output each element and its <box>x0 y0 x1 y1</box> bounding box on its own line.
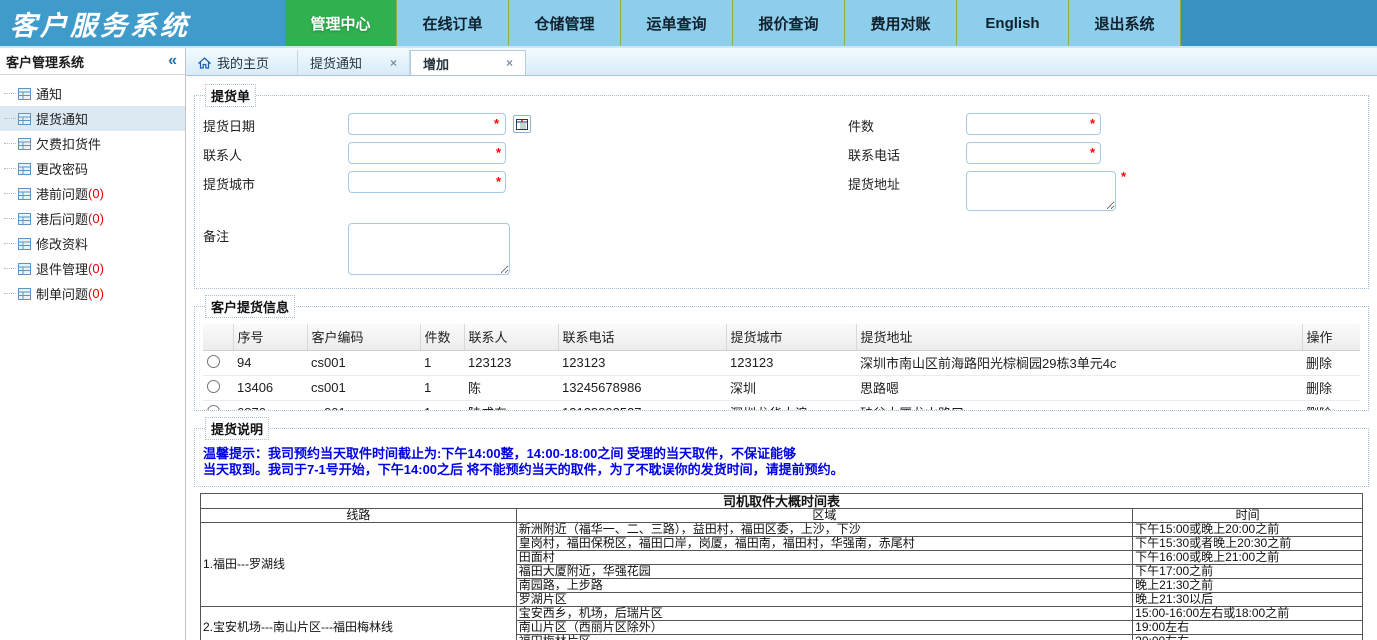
tab-add[interactable]: 增加 × <box>410 50 526 75</box>
sidebar-item-edit-profile[interactable]: 修改资料 <box>0 231 185 256</box>
customer-pickup-info-section: 客户提货信息 序号 客户编码 件数 联系人 联系电话 提货城市 <box>194 295 1369 411</box>
delete-link[interactable]: 删除 <box>1306 356 1332 371</box>
qty-input[interactable] <box>966 113 1101 135</box>
city-input[interactable] <box>348 171 506 193</box>
main-area: 我的主页 提货通知 × 增加 × 提货单 提货日期 * <box>186 48 1377 640</box>
top-header: 客户服务系统 管理中心 在线订单 仓储管理 运单查询 报价查询 费用对账 Eng… <box>0 0 1377 46</box>
sidebar-item-post-port-issues[interactable]: 港后问题(0) <box>0 206 185 231</box>
city-label: 提货城市 <box>203 171 348 193</box>
sidebar-title: 客户管理系统 <box>6 52 84 71</box>
grid-icon <box>18 288 31 300</box>
grid-icon <box>18 213 31 225</box>
nav-item-admin-center[interactable]: 管理中心 <box>285 0 397 46</box>
grid-icon <box>18 138 31 150</box>
delete-link[interactable]: 删除 <box>1306 381 1332 396</box>
delete-link[interactable]: 删除 <box>1306 406 1332 410</box>
remark-textarea[interactable] <box>348 223 510 275</box>
row-radio[interactable] <box>207 380 220 393</box>
route-cell: 1.福田---罗湖线 <box>201 523 517 607</box>
calendar-icon[interactable] <box>513 115 531 133</box>
sidebar-item-change-password[interactable]: 更改密码 <box>0 156 185 181</box>
notice-text-line: 当天取到。我司于7-1号开始，下午14:00之后 将不能预约当天的取件，为了不耽… <box>203 462 1360 478</box>
table-row: 13406 cs001 1 陈 13245678986 深圳 思路嗯 删除 <box>203 375 1360 400</box>
schedule-row: 1.福田---罗湖线 新洲附近（福华一、二、三路），益田村，福田区委，上沙，下沙… <box>201 523 1363 537</box>
grid-icon <box>18 88 31 100</box>
tab-pickup-notice[interactable]: 提货通知 × <box>298 50 410 75</box>
grid-icon <box>18 188 31 200</box>
radio-column-header <box>203 324 233 350</box>
row-radio[interactable] <box>207 405 220 411</box>
address-textarea[interactable] <box>966 171 1116 211</box>
close-icon[interactable]: × <box>390 56 397 70</box>
sidebar-collapse-icon[interactable]: « <box>168 53 177 69</box>
required-asterisk: * <box>496 145 501 160</box>
pickup-date-label: 提货日期 <box>203 113 348 135</box>
schedule-title: 司机取件大概时间表 <box>201 494 1363 509</box>
close-icon[interactable]: × <box>506 56 513 70</box>
grid-icon <box>18 113 31 125</box>
home-icon <box>198 57 211 69</box>
row-radio[interactable] <box>207 355 220 368</box>
phone-label: 联系电话 <box>848 142 966 164</box>
table-row: 94 cs001 1 123123 123123 123123 深圳市南山区前海… <box>203 350 1360 375</box>
table-row: 6870 cs001 1 陆成东 13128803527 深圳龙华大浪 硅谷大厦… <box>203 400 1360 410</box>
notice-text-line: 温馨提示：我司预约当天取件时间截止为:下午14:00整，14:00-18:00之… <box>203 446 1360 462</box>
sidebar-item-arrears-hold[interactable]: 欠费扣货件 <box>0 131 185 156</box>
pickup-instructions-section: 提货说明 温馨提示：我司预约当天取件时间截止为:下午14:00整，14:00-1… <box>194 417 1369 487</box>
driver-pickup-schedule-table: 司机取件大概时间表 线路 区域 时间 1.福田---罗湖线 新洲附近（福华一、二… <box>200 493 1363 640</box>
schedule-row: 2.宝安机场---南山片区---福田梅林线 宝安西乡，机场，后瑞片区 15:00… <box>201 607 1363 621</box>
nav-item-waybill-query[interactable]: 运单查询 <box>621 0 733 46</box>
qty-label: 件数 <box>848 113 966 135</box>
pickup-form-section: 提货单 提货日期 * 件数 * 联系人 <box>194 84 1369 289</box>
app-title: 客户服务系统 <box>0 0 285 46</box>
header-filler <box>1181 0 1377 46</box>
sidebar-item-pickup-notice[interactable]: 提货通知 <box>0 106 185 131</box>
remark-label: 备注 <box>203 223 348 245</box>
contact-label: 联系人 <box>203 142 348 164</box>
nav-item-warehouse[interactable]: 仓储管理 <box>509 0 621 46</box>
grid-icon <box>18 263 31 275</box>
pickup-table-viewport: 序号 客户编码 件数 联系人 联系电话 提货城市 提货地址 操作 <box>203 324 1360 410</box>
phone-input[interactable] <box>966 142 1101 164</box>
customer-pickup-info-legend: 客户提货信息 <box>205 295 295 318</box>
nav-item-english[interactable]: English <box>957 0 1069 46</box>
sidebar-item-billing-issues[interactable]: 制单问题(0) <box>0 281 185 306</box>
required-asterisk: * <box>1121 169 1126 184</box>
pickup-form-legend: 提货单 <box>205 84 256 107</box>
required-asterisk: * <box>496 174 501 189</box>
sidebar-item-pre-port-issues[interactable]: 港前问题(0) <box>0 181 185 206</box>
pickup-date-input[interactable] <box>348 113 506 135</box>
pickup-table: 序号 客户编码 件数 联系人 联系电话 提货城市 提货地址 操作 <box>203 324 1360 410</box>
pickup-instructions-legend: 提货说明 <box>205 417 269 440</box>
nav-item-quote-query[interactable]: 报价查询 <box>733 0 845 46</box>
required-asterisk: * <box>494 116 499 131</box>
nav-item-fee-reconcile[interactable]: 费用对账 <box>845 0 957 46</box>
nav-item-online-orders[interactable]: 在线订单 <box>397 0 509 46</box>
address-label: 提货地址 <box>848 171 966 193</box>
grid-icon <box>18 163 31 175</box>
nav-item-logout[interactable]: 退出系统 <box>1069 0 1181 46</box>
contact-input[interactable] <box>348 142 506 164</box>
route-cell: 2.宝安机场---南山片区---福田梅林线 <box>201 607 517 640</box>
tab-strip: 我的主页 提货通知 × 增加 × <box>186 48 1377 76</box>
sidebar-item-return-management[interactable]: 退件管理(0) <box>0 256 185 281</box>
grid-icon <box>18 238 31 250</box>
sidebar: 客户管理系统 « 通知 提货通知 欠费扣货件 更改密码 港前问题(0) <box>0 48 186 640</box>
required-asterisk: * <box>1090 145 1095 160</box>
pickup-table-header: 序号 客户编码 件数 联系人 联系电话 提货城市 提货地址 操作 <box>203 324 1360 350</box>
schedule-header-row: 线路 区域 时间 <box>201 509 1363 523</box>
main-nav: 管理中心 在线订单 仓储管理 运单查询 报价查询 费用对账 English 退出… <box>285 0 1181 46</box>
tab-my-homepage[interactable]: 我的主页 <box>186 50 298 75</box>
sidebar-item-notice[interactable]: 通知 <box>0 81 185 106</box>
required-asterisk: * <box>1090 116 1095 131</box>
